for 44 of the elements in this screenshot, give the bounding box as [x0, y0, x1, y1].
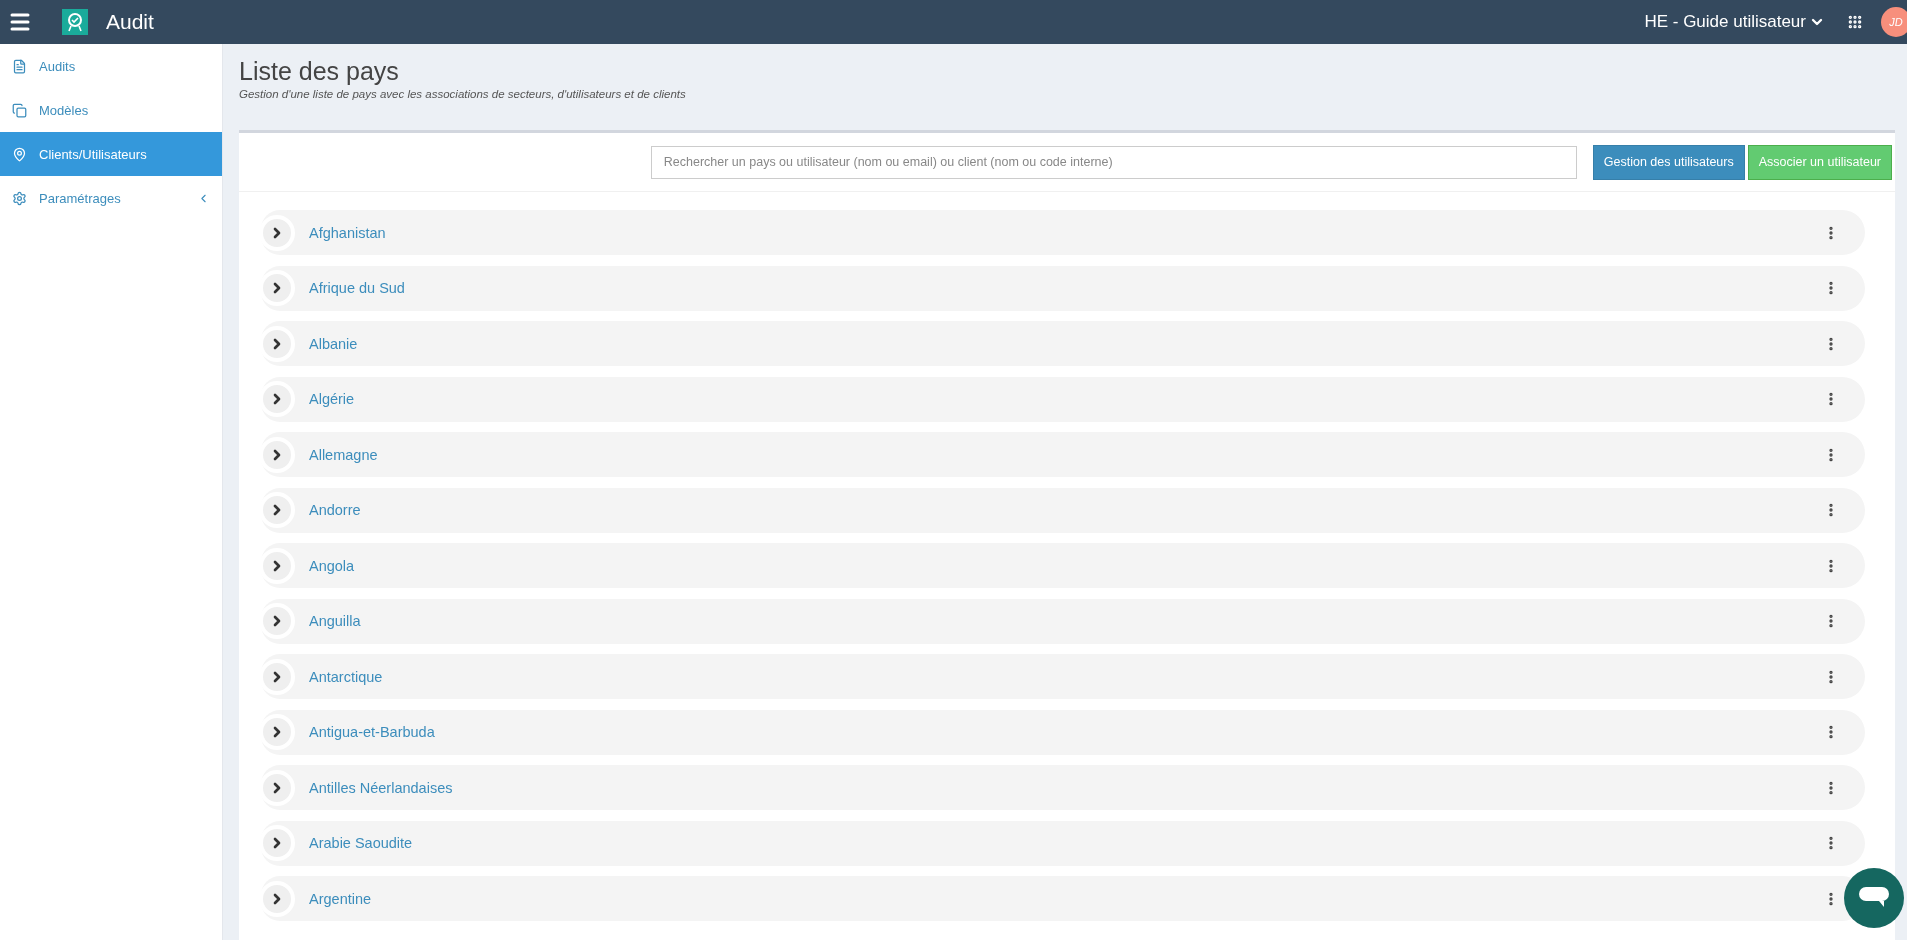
expand-button[interactable] [259, 825, 295, 861]
country-name[interactable]: Albanie [309, 335, 1823, 352]
manage-users-button[interactable]: Gestion des utilisateurs [1592, 144, 1745, 180]
document-icon [12, 58, 27, 74]
country-name[interactable]: Antilles Néerlandaises [309, 779, 1823, 796]
page-title: Liste des pays [239, 56, 400, 86]
country-name[interactable]: Argentine [309, 890, 1823, 907]
country-name[interactable]: Algérie [309, 391, 1823, 407]
country-name[interactable]: Antarctique [309, 668, 1823, 685]
app-name: Audit [106, 10, 154, 34]
country-name[interactable]: Anguilla [309, 613, 1823, 629]
country-name[interactable]: Angola [309, 557, 1823, 574]
page-subtitle: Gestion d'une liste de pays avec les associations de secteurs, d'utilisateurs et de clients [239, 88, 687, 100]
sidebar-item[interactable]: Clients/Utilisateurs [0, 132, 222, 176]
expand-button[interactable] [259, 603, 295, 639]
expand-button[interactable] [259, 381, 295, 417]
badge-logo-icon [62, 9, 88, 35]
sidebar-item[interactable]: Paramétrages [0, 176, 222, 220]
country-name[interactable]: Antigua-et-Barbuda [309, 724, 1823, 740]
pin-icon [12, 146, 27, 162]
expand-button[interactable] [259, 769, 295, 806]
expand-button[interactable] [259, 270, 295, 306]
country-name[interactable]: Allemagne [309, 446, 1823, 463]
search-field[interactable]: Rechercher un pays ou utilisateur (nom ou email) ou client (nom ou code interne) [650, 145, 1577, 179]
expand-button[interactable] [259, 492, 295, 528]
copies-icon [12, 102, 27, 118]
gears-icon [12, 190, 27, 206]
expand-button[interactable] [259, 547, 295, 584]
expand-button[interactable] [259, 325, 295, 362]
expand-button[interactable] [259, 880, 295, 917]
expand-button[interactable] [259, 214, 295, 251]
sidebar-item[interactable]: Audits [0, 44, 222, 88]
country-name[interactable]: Afghanistan [309, 224, 1823, 241]
expand-button[interactable] [259, 714, 295, 750]
workspace-dropdown[interactable]: HE - Guide utilisateur [1644, 12, 1825, 32]
expand-button[interactable] [259, 436, 295, 473]
country-name[interactable]: Afrique du Sud [309, 280, 1823, 296]
sidebar-item[interactable]: Modèles [0, 88, 222, 132]
apps-grid-icon[interactable] [1847, 14, 1863, 30]
country-name[interactable]: Andorre [309, 502, 1823, 518]
expand-button[interactable] [259, 658, 295, 695]
country-name[interactable]: Arabie Saoudite [309, 835, 1823, 851]
user-avatar[interactable]: JD [1881, 7, 1907, 37]
associate-user-button[interactable]: Associer un utilisateur [1747, 144, 1892, 180]
